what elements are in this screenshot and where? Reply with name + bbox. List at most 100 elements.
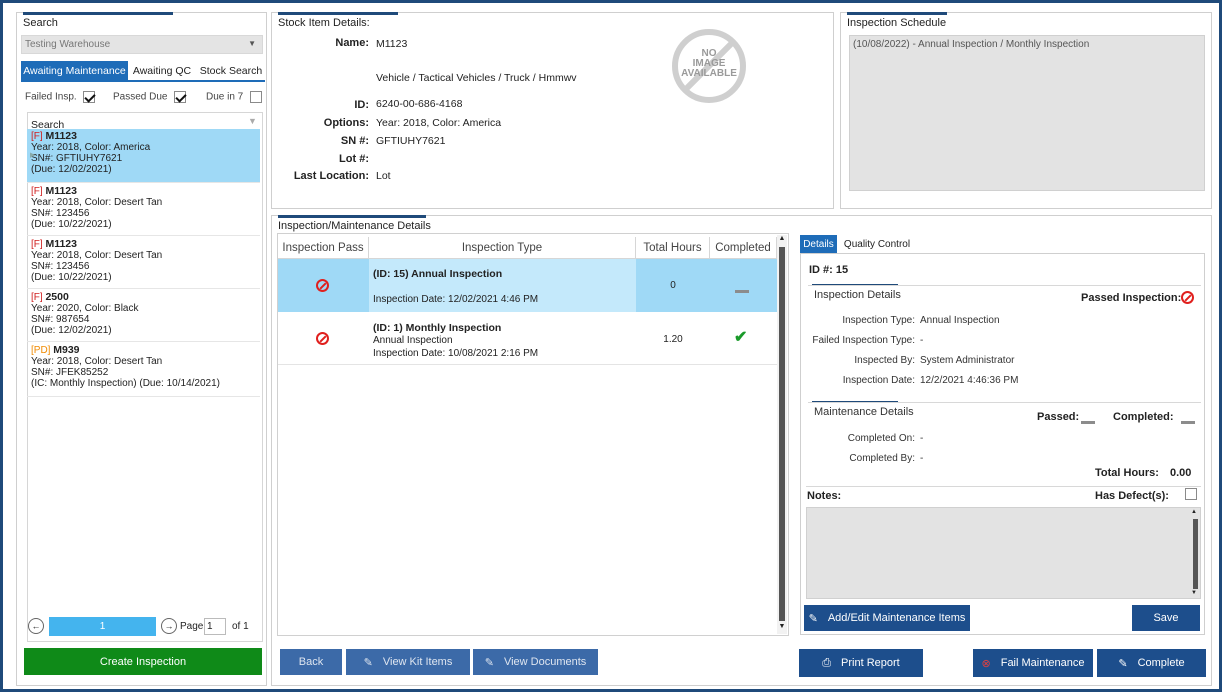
- item-line1: Year: 2018, Color: Desert Tan: [31, 250, 163, 261]
- item-line2: SN#: 123456: [31, 261, 90, 272]
- grid-scrollbar[interactable]: ▲ ▼: [777, 235, 787, 634]
- next-page-icon[interactable]: →: [161, 618, 177, 634]
- failed-filter-checkbox[interactable]: [83, 91, 96, 103]
- back-button[interactable]: Back: [280, 649, 342, 675]
- scroll-up-icon[interactable]: ▲: [1191, 509, 1197, 515]
- filter-icon[interactable]: ▼: [248, 116, 257, 126]
- printer-icon: ⎙: [822, 656, 832, 669]
- list-item[interactable]: [F] M1123 Year: 2018, Color: Desert Tan …: [27, 237, 260, 289]
- col-total-hours[interactable]: Total Hours: [636, 237, 710, 259]
- item-line1: Year: 2018, Color: Desert Tan: [31, 197, 163, 208]
- schedule-entry[interactable]: (10/08/2022) - Annual Inspection / Month…: [853, 39, 1089, 50]
- passed-label: Passed:: [1037, 411, 1080, 423]
- scroll-down-icon[interactable]: ▼: [1191, 590, 1197, 596]
- sn-value: GFTIUHY7621: [376, 135, 446, 147]
- last-location-value: Lot: [376, 170, 391, 182]
- complete-button[interactable]: ✎ Complete: [1097, 649, 1206, 677]
- pencil-icon: ✎: [1118, 657, 1128, 670]
- completed-dash-icon: [1181, 415, 1195, 427]
- fail-maintenance-button[interactable]: ⊗ Fail Maintenance: [973, 649, 1093, 677]
- tab-stock-search[interactable]: Stock Search: [197, 61, 265, 80]
- item-tag: [F]: [31, 292, 43, 303]
- completed-by-value: -: [920, 453, 924, 464]
- list-item[interactable]: [F] M1123 Year: 2018, Color: Desert Tan …: [27, 184, 260, 236]
- failed-icon: [316, 279, 329, 295]
- has-defects-checkbox[interactable]: [1185, 488, 1197, 501]
- item-line2: SN#: JFEK85252: [31, 367, 109, 378]
- passed-dash-icon: [1081, 415, 1095, 427]
- notes-textarea[interactable]: [806, 507, 1201, 599]
- tab-awaiting-maintenance[interactable]: Awaiting Maintenance: [21, 61, 128, 80]
- tab-awaiting-qc[interactable]: Awaiting QC: [129, 61, 195, 80]
- fail-circle-icon: ⊗: [981, 657, 991, 670]
- scroll-down-icon[interactable]: ▼: [777, 623, 787, 630]
- create-inspection-button[interactable]: Create Inspection: [24, 648, 262, 675]
- completed-label: Completed:: [1113, 411, 1174, 423]
- divider: [808, 402, 1201, 403]
- notes-scrollbar[interactable]: ▲ ▼: [1191, 509, 1199, 597]
- chevron-down-icon: ▼: [248, 39, 256, 48]
- scroll-up-icon[interactable]: ▲: [777, 235, 787, 242]
- notes-label: Notes:: [807, 490, 842, 502]
- item-line3: (Due: 12/02/2021): [31, 164, 112, 175]
- view-documents-label: View Documents: [503, 656, 587, 668]
- total-hours-value: 0.00: [1170, 467, 1192, 479]
- col-inspection-type[interactable]: Inspection Type: [369, 237, 636, 259]
- print-report-label: Print Report: [841, 657, 900, 669]
- id-label: ID:: [354, 99, 369, 111]
- failed-filter-label: Failed Insp.: [25, 91, 77, 103]
- view-kit-button[interactable]: ✎ View Kit Items: [346, 649, 470, 675]
- passed-filter-checkbox[interactable]: [174, 91, 187, 103]
- has-defects-label: Has Defect(s):: [1095, 490, 1169, 502]
- passed-filter: Passed Due: [113, 91, 187, 103]
- tab-details[interactable]: Details: [800, 235, 837, 253]
- maintenance-details-header: Maintenance Details: [814, 406, 914, 418]
- list-item[interactable]: [F] 2500 Year: 2020, Color: Black SN#: 9…: [27, 290, 260, 342]
- item-line1: Year: 2020, Color: Black: [31, 303, 139, 314]
- pencil-icon: ✎: [484, 656, 494, 669]
- list-item[interactable]: [F] M1123 Year: 2018, Color: America SN#…: [27, 129, 260, 183]
- page-label: Page: [180, 621, 204, 632]
- tab-quality-control[interactable]: Quality Control: [839, 235, 915, 253]
- failed-icon: [1181, 291, 1194, 307]
- page-of-label: of 1: [232, 621, 249, 632]
- warehouse-select[interactable]: Testing Warehouse ▼: [21, 35, 263, 54]
- sn-label: SN #:: [340, 135, 369, 147]
- list-item[interactable]: [PD] M939 Year: 2018, Color: Desert Tan …: [27, 343, 260, 397]
- view-documents-button[interactable]: ✎ View Documents: [473, 649, 598, 675]
- name-label: Name:: [335, 37, 369, 49]
- inspected-by-value: System Administrator: [920, 355, 1015, 366]
- item-tag: [PD]: [31, 345, 51, 356]
- panel-accent: [278, 12, 398, 15]
- panel-accent: [278, 215, 426, 218]
- row-pointer-icon: ▶: [30, 152, 36, 159]
- add-edit-maintenance-button[interactable]: ✎ Add/Edit Maintenance Items: [804, 605, 970, 631]
- row-date: Inspection Date: 12/02/2021 4:46 PM: [373, 294, 539, 305]
- no-image-line: AVAILABLE: [681, 68, 737, 79]
- item-name: M1123: [45, 185, 77, 197]
- no-image-text: NO IMAGE AVAILABLE: [670, 49, 748, 79]
- fail-maintenance-label: Fail Maintenance: [1000, 657, 1085, 669]
- due7-filter-label: Due in 7: [206, 91, 244, 103]
- inspection-details-header: Inspection Details: [814, 289, 901, 301]
- row-hours: 1.20: [663, 334, 683, 345]
- pencil-icon: ✎: [808, 612, 818, 625]
- scroll-thumb[interactable]: [1193, 519, 1198, 589]
- page-input[interactable]: 1: [204, 618, 226, 635]
- due7-filter-checkbox[interactable]: [250, 91, 263, 103]
- item-name: M1123: [45, 238, 77, 250]
- id-value: 6240-00-686-4168: [376, 98, 463, 110]
- item-line2: SN#: GFTIUHY7621: [31, 153, 123, 164]
- item-line3: (Due: 10/22/2021): [31, 272, 112, 283]
- name-value: M1123: [376, 38, 408, 50]
- row-date: Inspection Date: 10/08/2021 2:16 PM: [373, 348, 539, 359]
- print-report-button[interactable]: ⎙ Print Report: [799, 649, 923, 677]
- scroll-thumb[interactable]: [779, 247, 785, 621]
- col-inspection-pass[interactable]: Inspection Pass: [278, 237, 369, 259]
- due7-filter: Due in 7: [206, 91, 263, 103]
- insp-date-value: 12/2/2021 4:46:36 PM: [920, 375, 1019, 386]
- col-completed[interactable]: Completed: [710, 237, 777, 259]
- save-button[interactable]: Save: [1132, 605, 1200, 631]
- inspected-by-label: Inspected By:: [854, 355, 915, 366]
- prev-page-icon[interactable]: ←: [28, 618, 44, 634]
